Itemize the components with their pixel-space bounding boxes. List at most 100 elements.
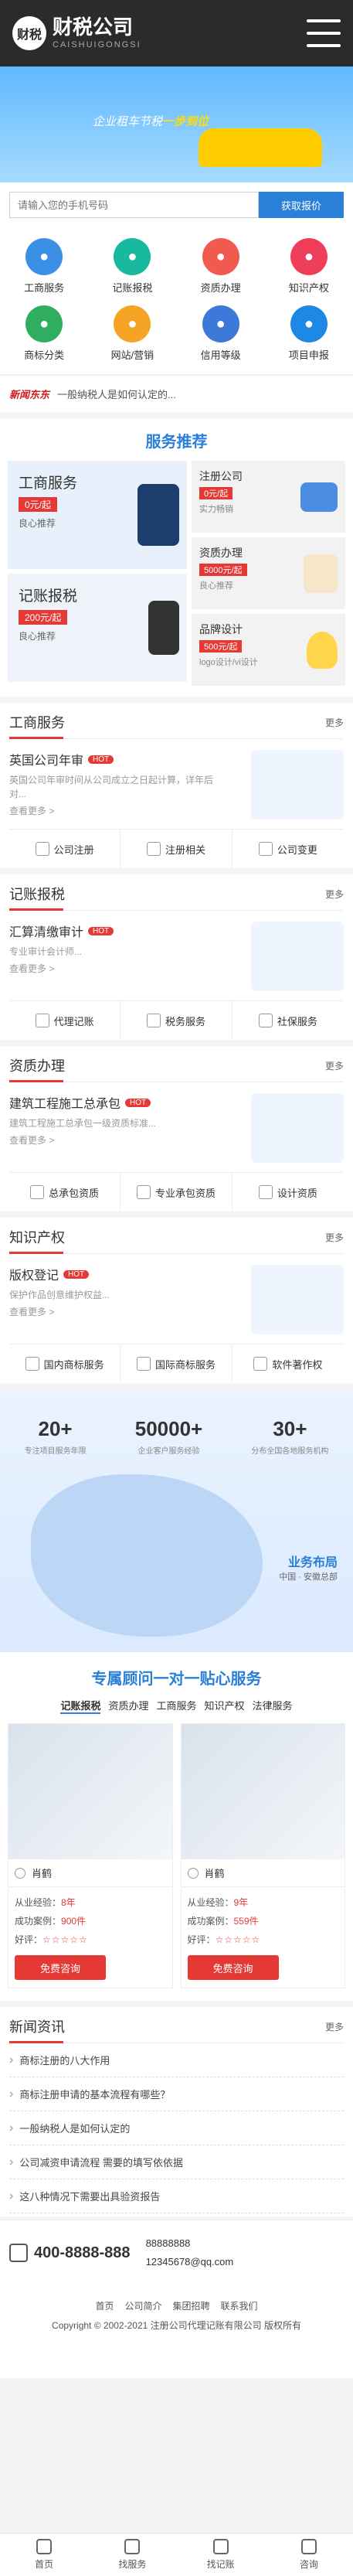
service-tag-label: 注册相关 <box>165 843 205 856</box>
services-list: 工商服务 更多 英国公司年审 HOT 英国公司年审时间从公司成立之日起计算，详年后对..… <box>0 703 353 1383</box>
recommend-card[interactable]: 品牌设计 500元/起 logo设计/vi设计 <box>192 614 345 686</box>
service-featured[interactable]: 英国公司年审 HOT 英国公司年审时间从公司成立之日起计算，详年后对... 查看更多 … <box>9 739 344 829</box>
trademark-icon: ● <box>25 305 63 342</box>
view-more-link[interactable]: 查看更多 > <box>9 1133 226 1147</box>
service-tag-label: 社保服务 <box>277 1015 317 1027</box>
document-icon <box>258 1014 273 1027</box>
service-illustration <box>251 922 344 991</box>
recommend-card[interactable]: 工商服务 0元/起 良心推荐 <box>8 461 187 569</box>
recommend-card[interactable]: 注册公司 0元/起 实力畅销 <box>192 461 345 533</box>
document-icon <box>146 1014 161 1027</box>
bottom-nav-item[interactable]: 找记账 <box>177 2533 265 2576</box>
service-tag[interactable]: 公司注册 <box>9 830 121 868</box>
consultant-photo <box>8 1724 172 1859</box>
service-illustration <box>251 1265 344 1334</box>
news-section: 新闻资讯 更多 商标注册的八大作用商标注册申请的基本流程有哪些？一般纳税人是如何… <box>0 2007 353 2217</box>
service-tag[interactable]: 税务服务 <box>120 1001 233 1040</box>
contact-email[interactable]: 12345678@qq.com <box>146 2253 234 2271</box>
service-shortcut[interactable]: ● 商标分类 <box>0 305 88 362</box>
service-shortcut[interactable]: ● 项目申报 <box>265 305 353 362</box>
service-tag[interactable]: 社保服务 <box>233 1001 344 1040</box>
service-tag[interactable]: 设计资质 <box>233 1173 344 1211</box>
news-tag: 新闻东东 <box>9 389 50 400</box>
map-subtitle: 中国 · 安徽总部 <box>279 1573 338 1582</box>
view-more-link[interactable]: 查看更多 > <box>9 804 226 817</box>
consultant-tab[interactable]: 知识产权 <box>205 1698 245 1714</box>
free-consult-button[interactable]: 免费咨询 <box>15 1955 106 1980</box>
news-item[interactable]: 这八种情况下需要出具验资报告 <box>9 2179 344 2213</box>
logo-subtitle: CAISHUIGONGSI <box>53 40 141 49</box>
service-shortcut[interactable]: ● 知识产权 <box>265 238 353 295</box>
service-shortcut[interactable]: ● 记账报税 <box>88 238 176 295</box>
service-tag[interactable]: 软件著作权 <box>233 1344 344 1383</box>
news-item[interactable]: 商标注册的八大作用 <box>9 2043 344 2077</box>
logo[interactable]: 财税 财税公司 CAISHUIGONGSI <box>12 16 141 50</box>
service-more-link[interactable]: 更多 <box>325 1059 344 1072</box>
map-title-block: 业务布局 中国 · 安徽总部 <box>279 1552 338 1583</box>
view-more-link[interactable]: 查看更多 > <box>9 962 226 975</box>
bottom-nav-item[interactable]: 首页 <box>0 2533 88 2576</box>
service-featured[interactable]: 建筑工程施工总承包 HOT 建筑工程施工总承包一级资质标准... 查看更多 > <box>9 1082 344 1172</box>
menu-icon[interactable] <box>307 19 341 47</box>
service-shortcut[interactable]: ● 信用等级 <box>177 305 265 362</box>
footer-link[interactable]: 联系我们 <box>221 2299 258 2312</box>
service-tag[interactable]: 总承包资质 <box>9 1173 121 1211</box>
hot-badge: HOT <box>88 755 114 764</box>
consultant-tab[interactable]: 法律服务 <box>253 1698 293 1714</box>
cases-label: 成功案例： <box>187 1916 234 1927</box>
document-icon <box>304 554 338 593</box>
view-more-link[interactable]: 查看更多 > <box>9 1305 226 1318</box>
news-more-link[interactable]: 更多 <box>325 2020 344 2033</box>
free-consult-button[interactable]: 免费咨询 <box>187 1955 279 1980</box>
consultant-tab[interactable]: 资质办理 <box>108 1698 148 1714</box>
bulb-icon <box>307 631 338 669</box>
calculator-icon <box>148 601 179 655</box>
service-section: 工商服务 更多 英国公司年审 HOT 英国公司年审时间从公司成立之日起计算，详年后对..… <box>0 703 353 868</box>
phone-input[interactable] <box>9 192 259 218</box>
service-shortcut[interactable]: ● 工商服务 <box>0 238 88 295</box>
service-tag[interactable]: 专业承包资质 <box>120 1173 233 1211</box>
service-more-link[interactable]: 更多 <box>325 1231 344 1244</box>
consultant-title: 专属顾问一对一贴心服务 <box>91 1671 262 1688</box>
document-icon <box>25 1357 39 1371</box>
service-tag[interactable]: 代理记账 <box>9 1001 121 1040</box>
cases-value: 900件 <box>61 1916 87 1927</box>
hotline[interactable]: 400-8888-888 <box>9 2244 131 2262</box>
bottom-nav: 首页 找服务 找记账 咨询 <box>0 2533 353 2576</box>
news-ticker-text[interactable]: 一般纳税人是如何认定的... <box>57 387 176 401</box>
service-shortcut[interactable]: ● 资质办理 <box>177 238 265 295</box>
footer-link[interactable]: 首页 <box>95 2299 114 2312</box>
consultant-tab[interactable]: 工商服务 <box>156 1698 196 1714</box>
news-item[interactable]: 公司减资申请流程 需要的填写依依据 <box>9 2145 344 2179</box>
building-icon: ● <box>25 238 63 275</box>
footer-link[interactable]: 公司简介 <box>124 2299 161 2312</box>
service-more-link[interactable]: 更多 <box>325 888 344 901</box>
news-ticker[interactable]: 新闻东东 一般纳税人是如何认定的... <box>0 375 353 412</box>
map-title: 业务布局 <box>287 1556 338 1569</box>
news-item[interactable]: 一般纳税人是如何认定的 <box>9 2111 344 2145</box>
banner[interactable]: 企业租车节税一步到位 <box>0 66 353 182</box>
service-more-link[interactable]: 更多 <box>325 716 344 729</box>
service-item-desc: 建筑工程施工总承包一级资质标准... <box>9 1118 157 1129</box>
service-tag[interactable]: 公司变更 <box>233 830 344 868</box>
service-tag[interactable]: 国际商标服务 <box>120 1344 233 1383</box>
price-badge: 5000元/起 <box>199 564 247 576</box>
bottom-nav-item[interactable]: 找服务 <box>88 2533 176 2576</box>
quote-button[interactable]: 获取报价 <box>259 192 344 218</box>
service-shortcut-label: 知识产权 <box>288 282 329 294</box>
service-tag[interactable]: 国内商标服务 <box>9 1344 121 1383</box>
service-shortcut[interactable]: ● 网站/营销 <box>88 305 176 362</box>
service-featured[interactable]: 版权登记 HOT 保护作品创意维护权益... 查看更多 > <box>9 1254 344 1344</box>
bottom-nav-item[interactable]: 咨询 <box>265 2533 353 2576</box>
recommend-card[interactable]: 资质办理 5000元/起 良心推荐 <box>192 537 345 609</box>
consultant-tab[interactable]: 记账报税 <box>60 1698 101 1714</box>
contact-phone[interactable]: 88888888 <box>146 2234 234 2253</box>
service-featured[interactable]: 汇算清缴审计 HOT 专业审计会计师... 查看更多 > <box>9 911 344 1000</box>
news-item[interactable]: 商标注册申请的基本流程有哪些？ <box>9 2077 344 2111</box>
recommend-card[interactable]: 记账报税 200元/起 良心推荐 <box>8 574 187 682</box>
service-tag[interactable]: 注册相关 <box>120 830 233 868</box>
service-tag-label: 国内商标服务 <box>43 1358 104 1371</box>
business-map: 20+ 专注项目服务年限 50000+ 企业客户服务经验 30+ 分布全国各地服务机构 业… <box>0 1389 353 1652</box>
footer-link[interactable]: 集团招聘 <box>173 2299 210 2312</box>
experience-value: 8年 <box>61 1897 76 1908</box>
